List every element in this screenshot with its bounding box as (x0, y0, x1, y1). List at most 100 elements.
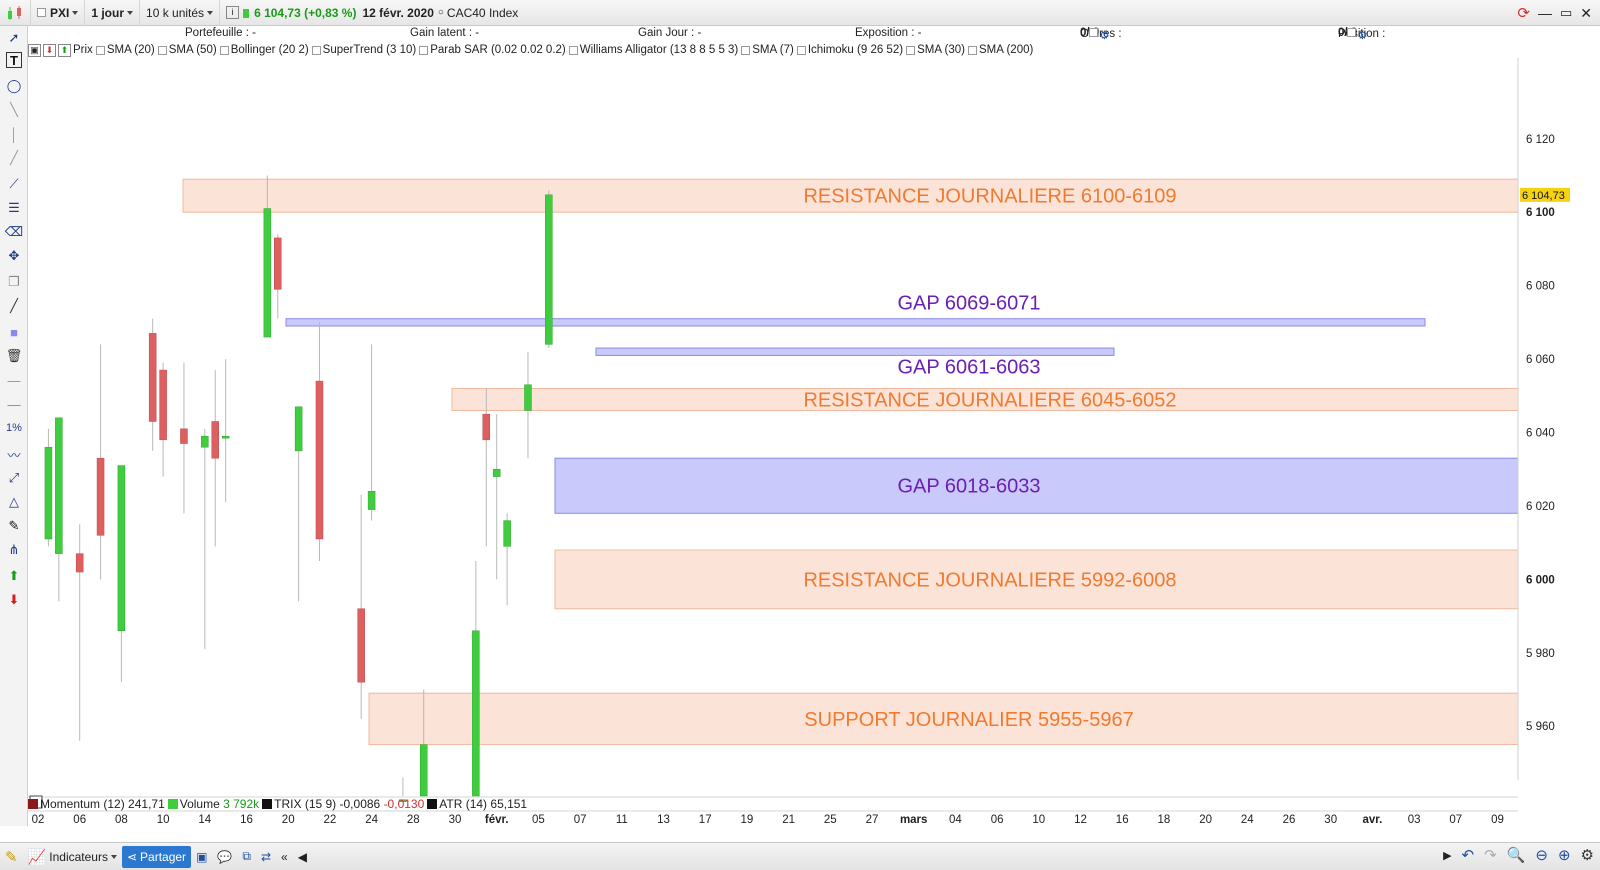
indicator-toggle[interactable]: Williams Alligator (13 8 8 5 5 3) (568, 44, 738, 56)
trix-label[interactable]: TRIX (15 9) (274, 797, 336, 811)
triangle-icon[interactable]: △ (4, 492, 24, 512)
screens-icon[interactable]: ⧉ (237, 846, 256, 868)
settings-icon[interactable]: ⚙ (1581, 846, 1594, 864)
indicator-toggle[interactable]: Parab SAR (0.02 0.02 0.2) (419, 44, 566, 56)
down-arrow-icon[interactable]: ⬇ (43, 43, 56, 57)
gap-zone[interactable] (595, 347, 1115, 356)
indicator-toggle[interactable]: SMA (7) (741, 44, 794, 56)
move-icon[interactable]: ✥ (4, 246, 24, 266)
scroll-right-icon[interactable]: ▶ (1443, 849, 1451, 862)
bullish-candle[interactable] (201, 428, 209, 650)
indicator-toggle[interactable]: SMA (50) (157, 44, 217, 56)
candle-body (159, 369, 167, 441)
atr-label[interactable]: ATR (14) (439, 797, 487, 811)
indicator-toggle[interactable]: Ichimoku (9 26 52) (796, 44, 903, 56)
sell-arrow-icon[interactable]: ⬇ (4, 590, 24, 610)
bullish-candle[interactable] (503, 513, 511, 606)
units-selector[interactable]: 10 k unités (140, 0, 221, 26)
bullish-candle[interactable] (524, 351, 532, 459)
zoom-area-icon[interactable]: 🔍 (1507, 846, 1526, 864)
copy-icon[interactable]: ❐ (4, 272, 24, 292)
undo-icon[interactable]: ↶ (1462, 846, 1475, 864)
bullish-candle[interactable] (472, 561, 480, 797)
gear-icon[interactable]: ⚙ (1357, 28, 1367, 42)
bullish-candle[interactable] (221, 359, 230, 503)
trash-icon[interactable]: 🗑 (4, 346, 24, 366)
eraser-icon[interactable]: ⌫ (4, 222, 24, 242)
indicator-toggle[interactable]: Bollinger (20 2) (219, 44, 309, 56)
maximize-icon[interactable]: ▭ (1560, 5, 1572, 21)
pen-icon[interactable]: ✎ (4, 516, 24, 536)
price-axis-panel (1518, 58, 1600, 826)
fibonacci-icon[interactable]: ☰ (4, 198, 24, 218)
indicators-button[interactable]: 📈 Indicateurs (23, 846, 122, 868)
bullish-candle[interactable] (55, 417, 63, 602)
buy-arrow-icon[interactable]: ⬆ (4, 566, 24, 586)
zoom-out-icon[interactable]: ⊖ (1535, 846, 1548, 864)
collapse-left-icon[interactable]: « (276, 846, 293, 868)
horizontal-scrollbar[interactable] (312, 850, 1397, 864)
indicator-toggle[interactable]: SMA (200) (968, 44, 1033, 56)
chat-icon[interactable]: 💬 (212, 846, 237, 868)
volume-label[interactable]: Volume (180, 797, 220, 811)
period-selector[interactable]: 1 jour (85, 0, 141, 26)
indicator-toggle[interactable]: SuperTrend (3 10) (311, 44, 416, 56)
pencil-icon[interactable]: ✎ (0, 846, 23, 868)
horizontal-line-red-icon[interactable]: — (4, 394, 24, 414)
chart-type-selector[interactable] (0, 0, 31, 26)
rectangle-tool-icon[interactable]: ■ (4, 322, 24, 342)
bearish-candle[interactable] (180, 362, 188, 514)
bearish-candle[interactable] (75, 524, 84, 741)
export-icon[interactable]: ⇄ (256, 846, 276, 868)
fibonacci-fan-icon[interactable]: ⟋ (4, 174, 24, 194)
wave-icon[interactable]: 〰 (4, 444, 24, 464)
indicator-toggle[interactable]: SMA (20) (95, 44, 155, 56)
position-icon[interactable] (1347, 28, 1357, 37)
bearish-candle[interactable] (159, 362, 167, 477)
redo-icon[interactable]: ↷ (1484, 846, 1497, 864)
chart-zoom-icon[interactable]: ⤢ (4, 468, 24, 488)
bearish-candle[interactable] (315, 322, 324, 562)
vertical-line-icon[interactable]: │ (4, 124, 24, 144)
symbol-selector[interactable]: PXI (31, 0, 86, 26)
horizontal-line-green-icon[interactable]: — (4, 370, 24, 390)
up-arrow-icon[interactable]: ⬆ (58, 43, 71, 57)
indicator-toggle[interactable]: Prix (73, 44, 93, 56)
percent-icon[interactable]: 1% (4, 418, 24, 438)
layout-icon[interactable]: ▣ (191, 846, 212, 868)
scroll-left-icon[interactable]: ◀ (293, 846, 312, 868)
refresh-icon[interactable]: ⟳ (1517, 4, 1530, 22)
cursor-icon[interactable]: ➚ (4, 28, 24, 48)
bearish-candle[interactable] (274, 234, 282, 319)
share-button[interactable]: ⋖ Partager (121, 845, 192, 868)
bullish-candle[interactable] (367, 344, 376, 521)
bearish-candle[interactable] (357, 494, 365, 719)
gap-zone[interactable] (285, 318, 1426, 327)
top-toolbar: PXI 1 jour 10 k unités i 6 104,73 (+0,83… (0, 0, 1600, 26)
trendline-icon[interactable]: ╱ (4, 148, 24, 168)
zoom-in-icon[interactable]: ⊕ (1558, 846, 1571, 864)
bearish-candle[interactable] (211, 370, 219, 547)
ordres-icon[interactable] (1089, 28, 1099, 37)
bearish-candle[interactable] (96, 344, 105, 580)
window-icon[interactable]: ▣ (28, 43, 41, 57)
indicator-toggle[interactable]: SMA (30) (906, 44, 965, 56)
minimize-icon[interactable]: — (1538, 5, 1552, 21)
price-axis[interactable]: 5 960 5 980 6 000 6 020 6 040 6 060 6 080 6 100… (1517, 58, 1600, 826)
pitchfork-icon[interactable]: ⋔ (4, 540, 24, 560)
bearish-candle[interactable] (148, 318, 157, 451)
ellipse-tool-icon[interactable]: ◯ (4, 76, 24, 96)
bullish-candle[interactable] (117, 465, 126, 683)
price-chart[interactable]: RESISTANCE JOURNALIERE 6100-6109 GAP 6069… (28, 58, 1600, 826)
close-icon[interactable]: ✕ (1580, 5, 1592, 22)
gear-icon[interactable]: ⚙ (1099, 28, 1109, 42)
bearish-candle[interactable] (482, 388, 491, 547)
bullish-candle[interactable] (44, 428, 53, 547)
line-tool-icon[interactable]: ╲ (4, 100, 24, 120)
bullish-candle[interactable] (492, 414, 501, 580)
bullish-candle[interactable] (545, 190, 553, 349)
momentum-label[interactable]: Momentum (12) (40, 797, 125, 811)
text-tool-icon[interactable]: T (6, 52, 22, 68)
bullish-candle[interactable] (294, 406, 303, 602)
line-icon[interactable]: ╱ (4, 296, 24, 316)
